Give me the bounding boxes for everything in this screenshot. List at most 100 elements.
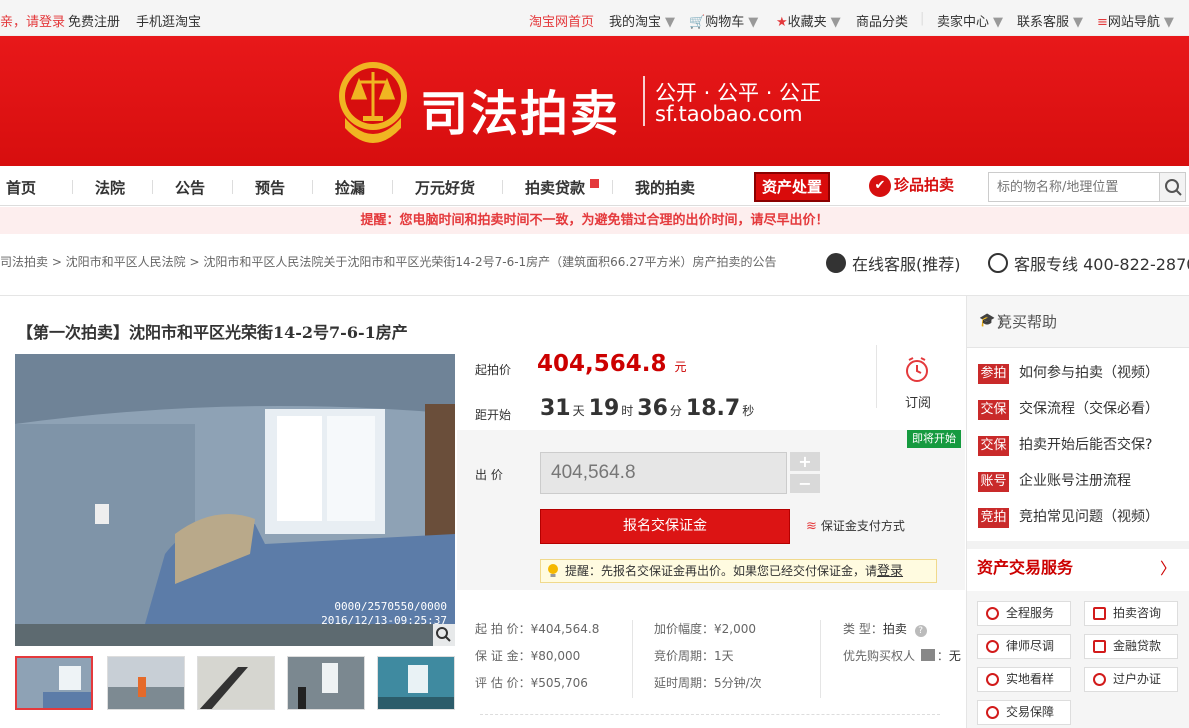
chevron-down-icon: ▼ [1163,15,1174,30]
nav-court[interactable]: 法院 [95,177,125,198]
support-link[interactable]: 联系客服 ▼ [1017,11,1083,30]
bid-amount-input[interactable]: 404,564.8 [540,452,787,494]
nav-loan[interactable]: 拍卖贷款 [525,177,585,198]
banner: 司法拍卖 公开 · 公平 · 公正 sf.taobao.com [0,36,1189,166]
main-photo[interactable]: 0000/2570550/0000 2016/12/13-09:25:37 [15,354,455,646]
help-item[interactable]: 账号 企业账号注册流程 [978,470,1131,492]
taobao-home-link[interactable]: 淘宝网首页 [529,11,594,30]
thumbnail[interactable] [107,656,185,710]
help-item[interactable]: 交保 拍卖开始后能否交保? [978,434,1152,456]
divider [967,541,1189,549]
nav-preview[interactable]: 预告 [255,177,285,198]
thumbnail[interactable] [287,656,365,710]
graduation-cap-icon: 🎓 [979,313,996,328]
service-button[interactable]: 交易保障 [977,700,1071,725]
help-item[interactable]: 参拍 如何参与拍卖（视频） [978,362,1159,384]
brand-domain: sf.taobao.com [655,102,803,126]
main-nav: 首页 法院 公告 预告 捡漏 万元好货 拍卖贷款 我的拍卖 资产处置 ✔ 珍品拍卖 [0,166,1189,206]
chat-icon [1093,607,1106,620]
start-price-label: 起拍价 [475,363,512,377]
item-title: 【第一次拍卖】沈阳市和平区光荣街14-2号7-6-1房产 [17,323,408,342]
thumbnail[interactable] [197,656,275,710]
site-nav-link[interactable]: ≡网站导航 ▼ [1097,11,1174,30]
coins-icon: ≋ [806,519,817,534]
login-link[interactable]: 亲，请登录 [0,11,65,30]
mobile-link[interactable]: 手机逛淘宝 [136,11,201,30]
favorites-link[interactable]: ★收藏夹 ▼ [776,11,841,30]
brand-title: 司法拍卖 [420,86,621,142]
subscribe-button[interactable] [896,356,938,389]
my-taobao-link[interactable]: 我的淘宝 ▼ [609,11,675,30]
top-bar: 亲，请登录 免费注册 手机逛淘宝 淘宝网首页 我的淘宝 ▼ 🛒购物车 ▼ ★收藏夹 ▼… [0,0,1189,36]
divider [632,620,633,698]
online-service-link[interactable]: 在线客服(推荐) [826,251,961,275]
nav-home[interactable]: 首页 [6,177,36,198]
divider [820,620,821,698]
service-button[interactable]: 实地看样 [977,667,1071,692]
chevron-right-icon[interactable]: 〉 [1160,555,1176,579]
chevron-right-icon: 〉 [997,313,1013,331]
register-link[interactable]: 免费注册 [68,11,120,30]
countdown: 31 天 19 时 36 分 18.7 秒 [540,396,755,421]
divider [392,180,393,194]
lawyer-icon [986,640,999,653]
bid-decrease-button[interactable]: − [790,474,820,493]
info-icon[interactable] [920,649,935,661]
deposit-payment-link[interactable]: ≋ 保证金支付方式 [806,517,905,534]
chevron-down-icon: ▼ [1073,15,1084,30]
shield-icon [986,706,999,719]
chevron-down-icon: ▼ [748,15,759,30]
service-button[interactable]: 金融贷款 [1084,634,1178,659]
help-icon[interactable]: ? [914,625,927,637]
nav-my-auction[interactable]: 我的拍卖 [635,177,695,198]
signup-deposit-button[interactable]: 报名交保证金 [540,509,790,544]
help-item[interactable]: 交保 交保流程（交保必看） [978,398,1159,420]
zoom-button[interactable] [433,624,455,646]
nav-bargain[interactable]: 捡漏 [335,177,365,198]
search-input[interactable] [989,173,1161,201]
bid-increase-button[interactable]: + [790,452,820,471]
seller-center-link[interactable]: 卖家中心 ▼ [937,11,1003,30]
thumbnail[interactable] [15,656,93,710]
service-button[interactable]: 律师尽调 [977,634,1071,659]
nav-treasure-auction[interactable]: ✔ 珍品拍卖 [869,174,954,198]
service-button[interactable]: 拍卖咨询 [1084,601,1178,626]
login-link[interactable]: 登录 [877,564,903,579]
spec-start-price: 起 拍 价：¥404,564.8 [475,622,600,636]
chevron-down-icon: ▼ [665,15,676,30]
asset-service-title[interactable]: 资产交易服务 [977,554,1073,578]
nav-good-deals[interactable]: 万元好货 [415,177,475,198]
photo-timestamp: 0000/2570550/0000 2016/12/13-09:25:37 [321,600,447,627]
star-icon: ★ [776,15,788,30]
nav-asset-disposal[interactable]: 资产处置 [754,172,830,202]
cart-link[interactable]: 🛒购物车 ▼ [689,11,758,30]
divider [502,180,503,194]
search-icon [1165,179,1182,196]
divider [72,180,73,194]
transfer-icon [1093,673,1106,686]
deposit-tip: 提醒：先报名交保证金再出价。如果您已经交付保证金，请登录 [540,559,937,583]
spec-delay: 延时周期：5分钟/次 [654,676,762,690]
breadcrumb[interactable]: 司法拍卖 > 沈阳市和平区人民法院 > 沈阳市和平区人民法院关于沈阳市和平区光荣… [0,253,777,270]
service-button[interactable]: 过户办证 [1084,667,1178,692]
divider [312,180,313,194]
new-badge-icon [590,179,599,188]
subscribe-label: 订阅 [905,396,932,411]
service-button[interactable]: 全程服务 [977,601,1071,626]
categories-link[interactable]: 商品分类 [856,11,908,30]
nav-announcement[interactable]: 公告 [175,177,205,198]
divider [876,345,877,408]
divider [480,714,940,715]
cart-icon: 🛒 [689,15,706,30]
alarm-clock-icon [906,357,928,382]
spec-increment: 加价幅度：¥2,000 [654,622,756,636]
spec-type: 类 型：拍卖 ? [843,620,927,637]
help-item[interactable]: 竞拍 竞拍常见问题（视频） [978,506,1159,528]
search-box [988,172,1186,202]
thumbnail[interactable] [377,656,455,710]
chevron-down-icon: ▼ [993,15,1004,30]
spec-priority: 优先购买权人 ：无 [843,649,961,663]
bid-help-header[interactable]: 🎓 竞买帮助 〉 [967,296,1189,348]
search-button[interactable] [1159,173,1185,201]
divider [232,180,233,194]
